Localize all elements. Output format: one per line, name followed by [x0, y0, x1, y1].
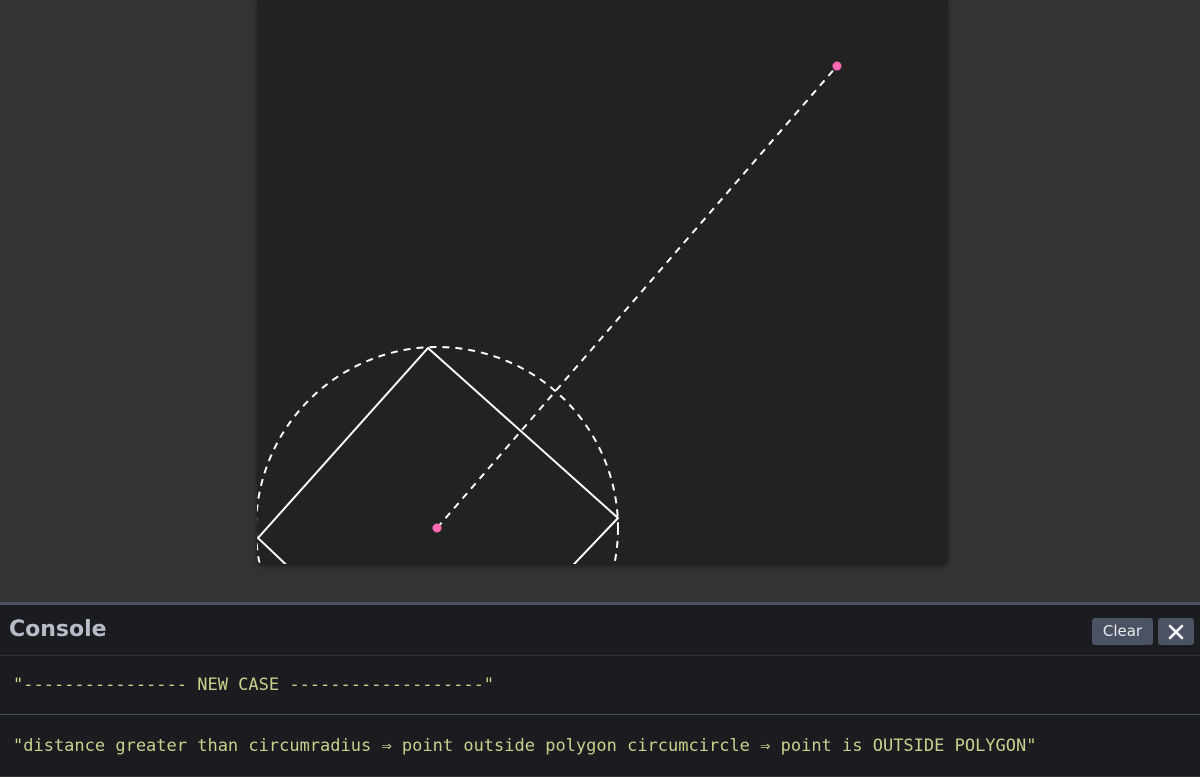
distance-line — [436, 65, 838, 529]
test-point[interactable] — [832, 61, 842, 71]
drawing-canvas[interactable] — [257, 0, 948, 564]
console-header: Console Clear — [0, 605, 1200, 656]
clear-button[interactable]: Clear — [1092, 618, 1153, 645]
geometry-svg — [257, 61, 842, 564]
console-log-entry: "distance greater than circumradius ⇒ po… — [13, 736, 1037, 756]
stage-area — [0, 0, 1200, 602]
close-icon — [1168, 624, 1184, 640]
console-title: Console — [9, 617, 107, 642]
close-button[interactable] — [1158, 618, 1194, 645]
console-panel: Console Clear "---------------- NEW CASE… — [0, 602, 1200, 776]
center-point — [432, 523, 442, 533]
console-log-entry: "---------------- NEW CASE -------------… — [0, 656, 1200, 715]
